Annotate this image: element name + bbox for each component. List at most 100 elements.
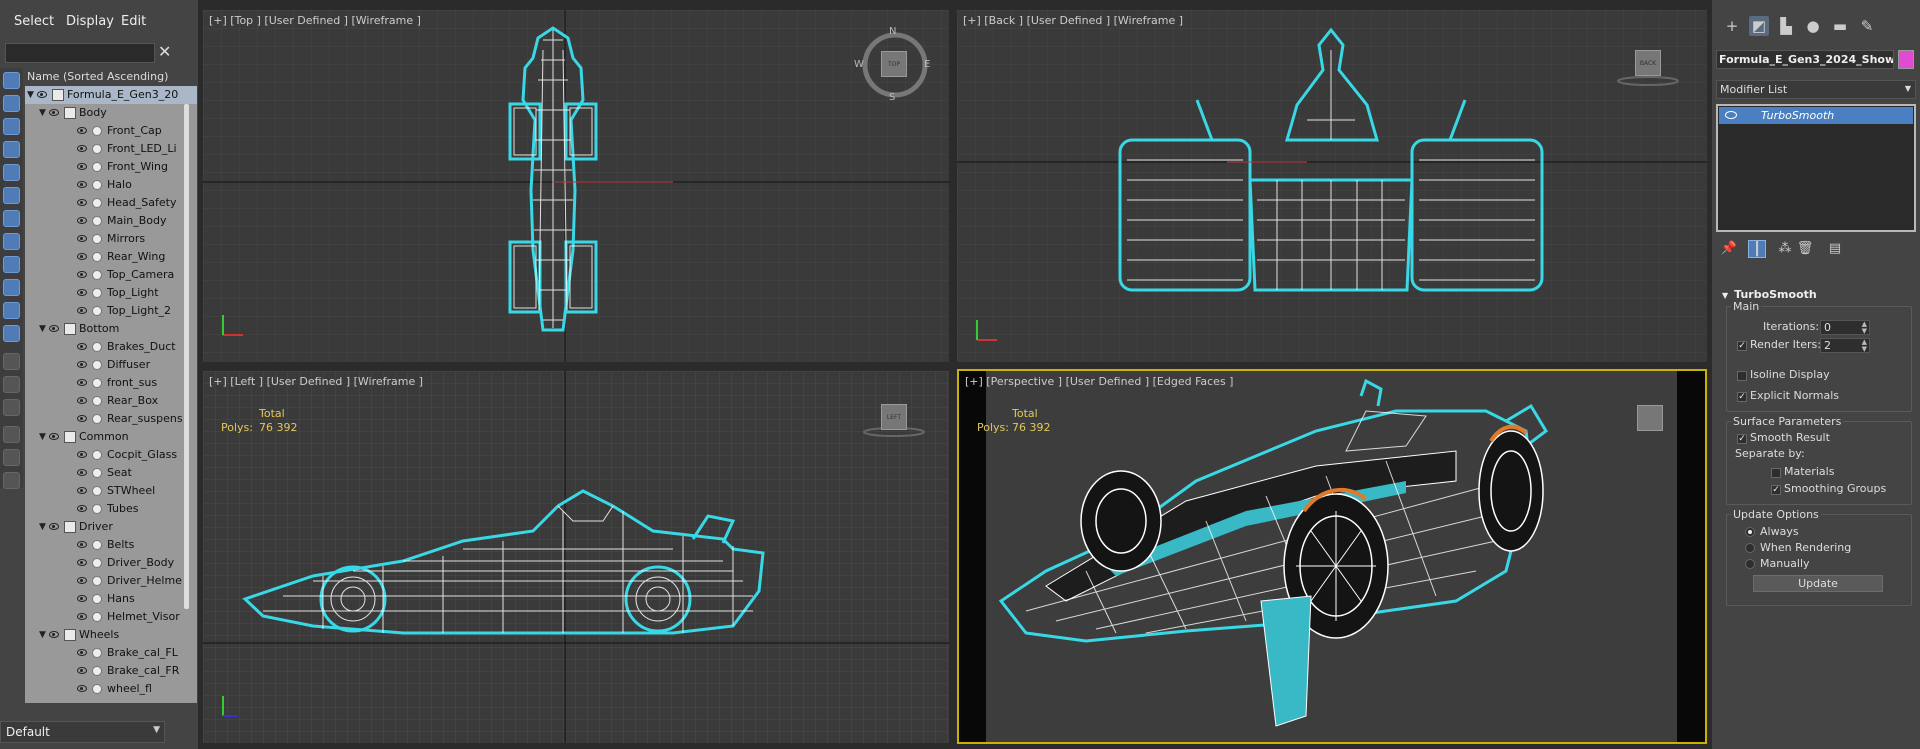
tree-item[interactable]: Front_LED_Li (25, 140, 197, 158)
object-name-field[interactable]: Formula_E_Gen3_2024_Showc (1716, 50, 1894, 69)
update-button[interactable]: Update (1753, 575, 1883, 592)
tree-item[interactable]: Rear_suspens (25, 410, 197, 428)
hidden-filter-icon[interactable] (3, 325, 20, 342)
tree-column-header[interactable]: Name (Sorted Ascending) (25, 68, 197, 86)
xrefs-filter-icon[interactable] (3, 233, 20, 250)
render-iters-checkbox[interactable]: ✓ (1737, 341, 1747, 351)
frozen-filter-icon[interactable] (3, 302, 20, 319)
always-radio[interactable] (1745, 527, 1755, 537)
tree-item[interactable]: wheel_fl (25, 680, 197, 698)
show-end-result-icon[interactable]: ┃ (1748, 240, 1766, 258)
helpers-filter-icon[interactable] (3, 164, 20, 181)
eye-icon[interactable] (49, 325, 59, 332)
clear-search-icon[interactable]: ✕ (158, 42, 171, 61)
viewport-top[interactable]: [+] [Top ] [User Defined ] [Wireframe ] … (203, 10, 949, 362)
display-tab-icon[interactable]: ▬ (1830, 16, 1850, 36)
eye-icon[interactable] (49, 631, 59, 638)
eye-icon[interactable] (77, 361, 87, 368)
tree-item[interactable]: Brake_cal_FL (25, 644, 197, 662)
tree-item[interactable]: Belts (25, 536, 197, 554)
eye-icon[interactable] (77, 451, 87, 458)
eye-icon[interactable] (77, 217, 87, 224)
pin-stack-icon[interactable]: 📌 (1720, 240, 1738, 258)
tree-item[interactable]: Seat (25, 464, 197, 482)
viewport-back[interactable]: [+] [Back ] [User Defined ] [Wireframe ]… (957, 10, 1707, 362)
hierarchy-tab-icon[interactable]: ▙ (1776, 16, 1796, 36)
tree-item[interactable]: STWheel (25, 482, 197, 500)
tree-item[interactable]: Diffuser (25, 356, 197, 374)
modify-tab-icon[interactable]: ◩ (1749, 16, 1769, 36)
eye-icon[interactable] (77, 541, 87, 548)
eye-icon[interactable] (77, 613, 87, 620)
stack-item-turbosmooth[interactable]: TurboSmooth (1719, 107, 1913, 124)
expand-triangle-icon[interactable]: ▼ (39, 320, 46, 338)
tree-item[interactable]: Driver_Helme (25, 572, 197, 590)
tree-item[interactable]: Head_Safety (25, 194, 197, 212)
eye-icon[interactable] (77, 469, 87, 476)
display-none-icon[interactable] (3, 376, 20, 393)
render-iters-spinner[interactable]: 2 ▲ ▼ (1820, 338, 1870, 353)
viewcube-back[interactable]: BACK (1635, 50, 1661, 76)
display-all-icon[interactable] (3, 353, 20, 370)
menu-select[interactable]: Select (14, 14, 54, 29)
eye-icon[interactable] (77, 577, 87, 584)
tree-item[interactable]: Brake_cal_FR (25, 662, 197, 680)
explorer-scrollbar[interactable] (184, 104, 189, 609)
tree-item[interactable]: Tubes (25, 500, 197, 518)
tree-item[interactable]: front_sus (25, 374, 197, 392)
viewcube-left[interactable]: LEFT (881, 404, 907, 430)
eye-icon[interactable] (77, 145, 87, 152)
explicit-normals-checkbox[interactable]: ✓ (1737, 392, 1747, 402)
eye-icon[interactable] (49, 523, 59, 530)
containers-filter-icon[interactable] (3, 279, 20, 296)
viewport-label[interactable]: [+] [Left ] [User Defined ] [Wireframe ] (209, 375, 423, 388)
expand-triangle-icon[interactable]: ▼ (39, 428, 46, 446)
eye-icon[interactable] (77, 487, 87, 494)
invert-display-icon[interactable] (3, 399, 20, 416)
tree-group[interactable]: ▼ Body (25, 104, 197, 122)
tree-item[interactable]: Helmet_Visor (25, 608, 197, 626)
materials-checkbox[interactable] (1771, 468, 1781, 478)
tree-item[interactable]: Front_Cap (25, 122, 197, 140)
smooth-result-checkbox[interactable]: ✓ (1737, 434, 1747, 444)
tree-item[interactable]: Rear_Wing (25, 248, 197, 266)
expand-triangle-icon[interactable]: ▼ (39, 626, 46, 644)
tree-item[interactable]: Front_Wing (25, 158, 197, 176)
manually-radio[interactable] (1745, 559, 1755, 569)
eye-icon[interactable] (77, 415, 87, 422)
eye-icon[interactable] (77, 505, 87, 512)
eye-icon[interactable] (77, 685, 87, 692)
tree-group[interactable]: ▼ Common (25, 428, 197, 446)
expand-triangle-icon[interactable]: ▼ (39, 104, 46, 122)
tree-group[interactable]: ▼ Wheels (25, 626, 197, 644)
eye-icon[interactable] (49, 433, 59, 440)
menu-edit[interactable]: Edit (121, 14, 146, 29)
eye-icon[interactable] (77, 307, 87, 314)
eye-icon[interactable] (77, 667, 87, 674)
funnel-filter-icon[interactable] (3, 426, 20, 443)
iterations-spinner[interactable]: 0 ▲ ▼ (1820, 320, 1870, 335)
eye-icon[interactable] (77, 235, 87, 242)
tree-item[interactable]: Top_Camera (25, 266, 197, 284)
viewport-perspective[interactable]: [+] [Perspective ] [User Defined ] [Edge… (957, 369, 1707, 744)
eye-icon[interactable] (77, 271, 87, 278)
filter-icon[interactable] (3, 449, 20, 466)
layer-dropdown[interactable]: Default ▼ (0, 721, 165, 743)
tree-item[interactable]: Main_Body (25, 212, 197, 230)
eye-icon[interactable] (77, 397, 87, 404)
tree-item[interactable]: Top_Light (25, 284, 197, 302)
remove-modifier-icon[interactable]: 🗑 (1796, 240, 1814, 258)
explorer-search-input[interactable] (5, 43, 155, 63)
tree-group[interactable]: ▼ Driver (25, 518, 197, 536)
cameras-filter-icon[interactable] (3, 141, 20, 158)
configure-sets-icon[interactable]: ▤ (1826, 240, 1844, 258)
eye-icon[interactable] (77, 181, 87, 188)
tree-item[interactable]: Halo (25, 176, 197, 194)
viewport-label[interactable]: [+] [Top ] [User Defined ] [Wireframe ] (209, 14, 421, 27)
motion-tab-icon[interactable]: ● (1803, 16, 1823, 36)
when-rendering-radio[interactable] (1745, 543, 1755, 553)
eye-icon[interactable] (77, 343, 87, 350)
tree-item[interactable]: Hans (25, 590, 197, 608)
geometry-filter-icon[interactable] (3, 72, 20, 89)
modifier-list-dropdown[interactable]: Modifier List ▼ (1716, 80, 1916, 99)
